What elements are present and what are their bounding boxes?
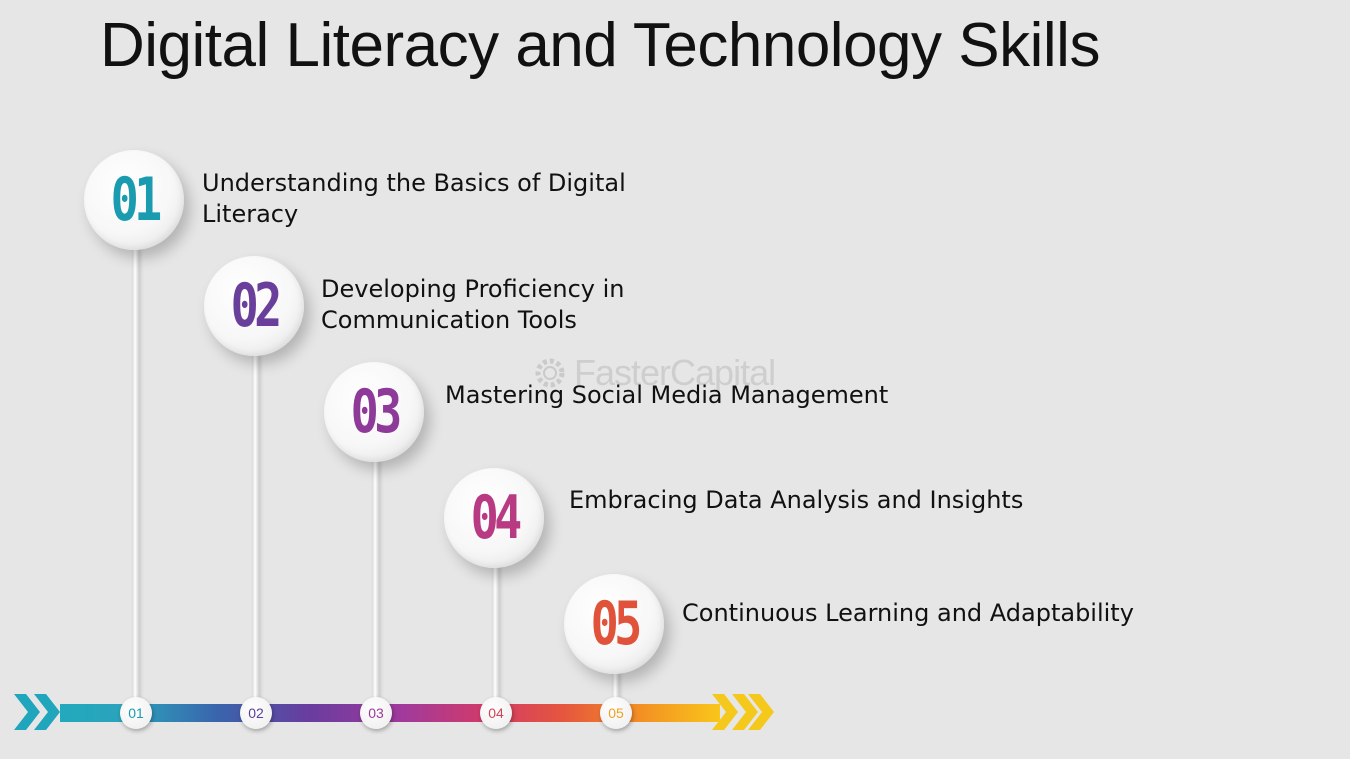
marker-label: 05 bbox=[608, 705, 624, 721]
step-stem-3 bbox=[372, 452, 379, 710]
step-number: 04 bbox=[470, 483, 523, 553]
step-label-4: Embracing Data Analysis and Insights bbox=[569, 486, 1024, 514]
step-stem-2 bbox=[252, 346, 259, 710]
timeline-marker-5: 05 bbox=[600, 697, 632, 729]
step-label-3: Mastering Social Media Management bbox=[445, 381, 889, 409]
step-disc-3: 03 bbox=[324, 362, 424, 462]
chevron-right-icon bbox=[14, 694, 60, 730]
step-number: 05 bbox=[590, 589, 643, 659]
step-number: 01 bbox=[110, 165, 163, 235]
marker-label: 03 bbox=[368, 705, 384, 721]
marker-label: 01 bbox=[128, 705, 144, 721]
timeline-marker-1: 01 bbox=[120, 697, 152, 729]
step-disc-2: 02 bbox=[204, 256, 304, 356]
step-label-5: Continuous Learning and Adaptability bbox=[682, 599, 1134, 627]
step-disc-4: 04 bbox=[444, 468, 544, 568]
step-number: 03 bbox=[350, 377, 403, 447]
marker-label: 02 bbox=[248, 705, 264, 721]
step-label-1: Understanding the Basics of Digital Lite… bbox=[202, 169, 626, 228]
timeline-marker-2: 02 bbox=[240, 697, 272, 729]
timeline-marker-3: 03 bbox=[360, 697, 392, 729]
step-stem-4 bbox=[492, 558, 499, 710]
timeline-marker-4: 04 bbox=[480, 697, 512, 729]
step-label-2: Developing Proficiency in Communication … bbox=[321, 275, 625, 334]
step-stem-1 bbox=[132, 240, 139, 710]
step-disc-1: 01 bbox=[84, 150, 184, 250]
chevron-right-icon bbox=[712, 694, 774, 730]
page-title: Digital Literacy and Technology Skills bbox=[100, 11, 1100, 80]
step-disc-5: 05 bbox=[564, 574, 664, 674]
marker-label: 04 bbox=[488, 705, 504, 721]
step-number: 02 bbox=[230, 271, 283, 341]
